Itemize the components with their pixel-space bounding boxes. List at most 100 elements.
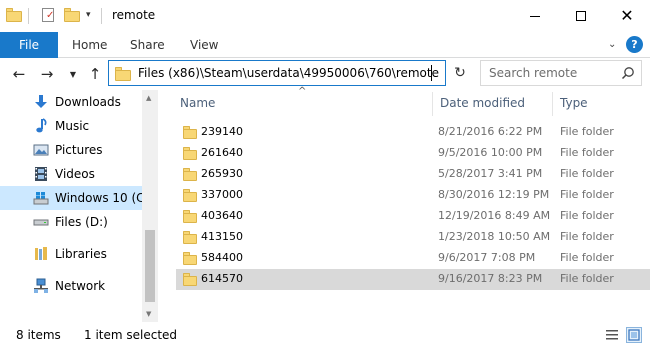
file-name: 239140: [201, 125, 243, 138]
date-modified: 8/30/2016 12:19 PM: [438, 188, 550, 201]
properties-icon[interactable]: ✓: [40, 8, 56, 22]
sidebar-item-label: Pictures: [55, 143, 103, 157]
large-icons-view-button[interactable]: [626, 327, 642, 343]
network-icon: [34, 278, 48, 293]
column-header-type[interactable]: Type: [560, 96, 588, 110]
date-modified: 9/5/2016 10:00 PM: [438, 146, 543, 159]
folder-icon: [183, 231, 197, 244]
sidebar-item-label: Files (D:): [55, 215, 108, 229]
sidebar-item-label: Network: [55, 279, 106, 293]
address-text: rogram Files (x86)\Steam\userdata\499500…: [135, 66, 439, 80]
music-note-icon: [36, 118, 47, 133]
sidebar-item-music[interactable]: Music: [0, 114, 142, 138]
search-icon: [621, 67, 634, 80]
arrow-right-icon: →: [40, 65, 54, 83]
selection-status: 1 item selected: [84, 328, 178, 342]
column-header-name[interactable]: Name: [180, 96, 215, 110]
download-arrow-icon: [35, 95, 47, 108]
sidebar-scrollbar[interactable]: ▲ ▼: [142, 90, 158, 322]
file-name: 337000: [201, 188, 243, 201]
close-icon: ✕: [620, 6, 634, 25]
column-divider[interactable]: [432, 92, 433, 116]
tab-file[interactable]: File: [0, 32, 58, 58]
status-bar: 8 items 1 item selected: [0, 322, 650, 348]
folder-icon: [183, 168, 197, 181]
details-view-icon: [606, 330, 618, 340]
date-modified: 1/23/2018 10:50 AM: [438, 230, 551, 243]
film-strip-icon: [35, 167, 47, 181]
file-name: 413150: [201, 230, 243, 243]
file-type: File folder: [560, 167, 614, 180]
sidebar-item-downloads[interactable]: Downloads: [0, 90, 142, 114]
ribbon: File Home Share View ⌄ ?: [0, 32, 650, 58]
sidebar-item-libraries[interactable]: Libraries: [0, 242, 142, 266]
folder-icon: [183, 147, 197, 160]
scroll-down-icon[interactable]: ▼: [146, 310, 151, 318]
file-type: File folder: [560, 146, 614, 159]
tab-share[interactable]: Share: [130, 32, 165, 58]
windows-drive-icon: [33, 192, 49, 205]
expand-ribbon-icon[interactable]: ⌄: [608, 39, 616, 50]
date-modified: 12/19/2016 8:49 AM: [438, 209, 551, 222]
drive-icon: [33, 219, 49, 226]
search-placeholder: Search remote: [489, 66, 578, 80]
arrow-up-icon: ↑: [88, 65, 102, 83]
address-path[interactable]: rogram Files (x86)\Steam\userdata\499500…: [135, 66, 439, 80]
arrow-left-icon: ←: [12, 65, 26, 83]
folder-icon: [183, 126, 197, 139]
table-row[interactable]: 337000 8/30/2016 12:19 PM File folder: [176, 185, 650, 206]
toolbar-divider: [101, 8, 102, 24]
recent-locations-button[interactable]: ▼: [62, 63, 84, 85]
window-title: remote: [112, 8, 156, 22]
close-button[interactable]: ✕: [604, 0, 650, 32]
new-folder-icon[interactable]: [64, 8, 80, 22]
folder-icon: [183, 273, 197, 286]
table-row[interactable]: 239140 8/21/2016 6:22 PM File folder: [176, 122, 650, 143]
minimize-icon: [530, 15, 540, 17]
folder-icon: [183, 252, 197, 265]
details-view-button[interactable]: [604, 327, 620, 343]
minimize-button[interactable]: [512, 0, 558, 32]
search-input[interactable]: Search remote: [480, 60, 642, 86]
table-row[interactable]: 614570 9/16/2017 8:23 PM File folder: [176, 269, 650, 290]
forward-button[interactable]: →: [36, 63, 58, 85]
sidebar-item-label: Downloads: [55, 95, 121, 109]
folder-icon: [183, 189, 197, 202]
table-row[interactable]: 261640 9/5/2016 10:00 PM File folder: [176, 143, 650, 164]
file-name: 403640: [201, 209, 243, 222]
scrollbar-thumb[interactable]: [145, 230, 155, 302]
sidebar-item-label: Windows 10 (C:): [55, 191, 154, 205]
sidebar-item-windows-drive[interactable]: Windows 10 (C:): [0, 186, 153, 210]
help-icon[interactable]: ?: [626, 36, 643, 53]
text-caret: [431, 65, 432, 81]
chevron-down-icon: ▼: [69, 69, 77, 79]
sidebar-item-label: Libraries: [55, 247, 107, 261]
file-name: 261640: [201, 146, 243, 159]
column-divider[interactable]: [552, 92, 553, 116]
address-bar[interactable]: rogram Files (x86)\Steam\userdata\499500…: [108, 60, 553, 86]
file-name: 265930: [201, 167, 243, 180]
back-button[interactable]: ←: [8, 63, 30, 85]
tab-home[interactable]: Home: [72, 32, 107, 58]
table-row[interactable]: 403640 12/19/2016 8:49 AM File folder: [176, 206, 650, 227]
scroll-up-icon[interactable]: ▲: [146, 94, 151, 102]
sidebar-item-pictures[interactable]: Pictures: [0, 138, 142, 162]
customize-toolbar-icon[interactable]: ▾: [86, 10, 91, 20]
file-type: File folder: [560, 188, 614, 201]
table-row[interactable]: 584400 9/6/2017 7:08 PM File folder: [176, 248, 650, 269]
folder-icon: [115, 67, 131, 81]
sidebar-item-files-drive[interactable]: Files (D:): [0, 210, 142, 234]
column-header-date[interactable]: Date modified: [440, 96, 525, 110]
toolbar-divider: [28, 8, 29, 24]
maximize-button[interactable]: [558, 0, 604, 32]
refresh-button[interactable]: ↻: [450, 63, 470, 83]
sidebar-item-videos[interactable]: Videos: [0, 162, 142, 186]
table-row[interactable]: 413150 1/23/2018 10:50 AM File folder: [176, 227, 650, 248]
table-row[interactable]: 265930 5/28/2017 3:41 PM File folder: [176, 164, 650, 185]
sidebar-item-network[interactable]: Network: [0, 274, 142, 298]
tab-view[interactable]: View: [190, 32, 218, 58]
item-count: 8 items: [16, 328, 61, 342]
file-type: File folder: [560, 251, 614, 264]
up-button[interactable]: ↑: [84, 63, 106, 85]
file-type: File folder: [560, 125, 614, 138]
